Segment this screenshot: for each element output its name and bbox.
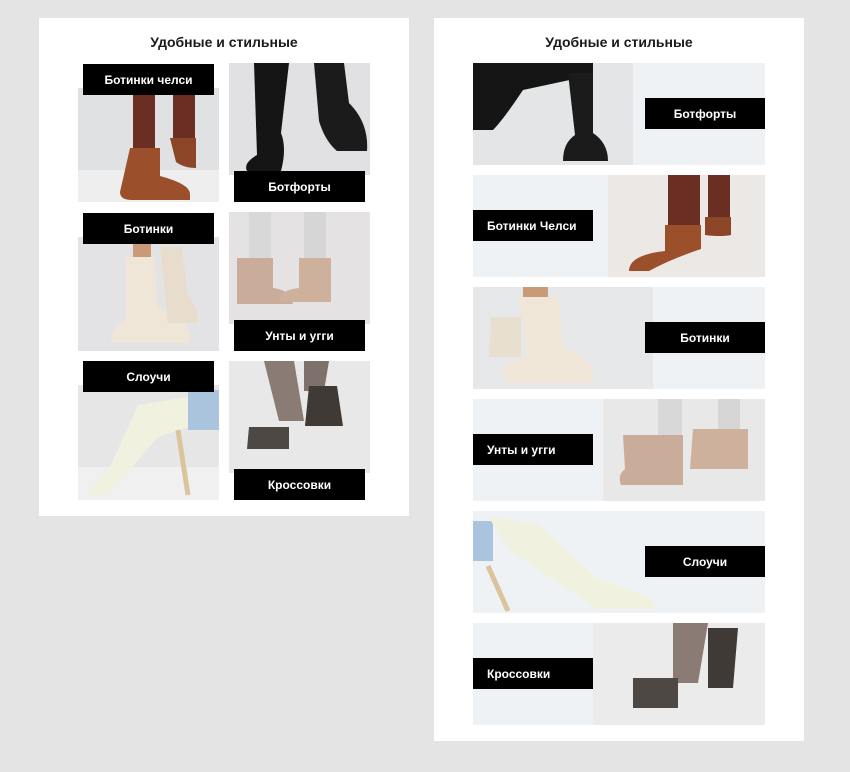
tile-label: Слоучи [83,361,214,392]
banner-ugg-boots[interactable]: Унты и угги [473,399,765,501]
banner-label: Ботинки Челси [473,210,593,241]
banner-chelsea-boots[interactable]: Ботинки Челси [473,175,765,277]
grid-card: Удобные и стильные Ботинки челси Ботфорт… [39,18,409,516]
tile-label: Унты и угги [234,320,365,351]
sneaker-photo [229,361,370,473]
tile-slouch-boots[interactable] [78,385,219,500]
banner-label: Ботфорты [645,98,765,129]
over-knee-boot-photo [229,63,370,175]
tile-label: Ботинки челси [83,64,214,95]
banner-label: Ботинки [645,322,765,353]
banner-label: Кроссовки [473,658,593,689]
tile-lace-up-boots[interactable] [78,237,219,351]
banner-label: Унты и угги [473,434,593,465]
tile-sneakers[interactable] [229,361,370,473]
tile-label: Ботинки [83,213,214,244]
lace-up-boot-photo [78,237,219,351]
ugg-boot-photo [229,212,370,324]
tile-over-knee-boots[interactable] [229,63,370,175]
list-card-title: Удобные и стильные [545,34,693,50]
tile-label: Ботфорты [234,171,365,202]
banner-sneakers[interactable]: Кроссовки [473,623,765,725]
banner-over-knee-boots[interactable]: Ботфорты [473,63,765,165]
slouch-boot-photo [78,385,219,500]
list-card: Удобные и стильные Ботфорты Ботинки Челс… [434,18,804,741]
grid-card-title: Удобные и стильные [150,34,298,50]
banner-label: Слоучи [645,546,765,577]
tile-chelsea-boots[interactable] [78,88,219,202]
tile-ugg-boots[interactable] [229,212,370,324]
banner-lace-up-boots[interactable]: Ботинки [473,287,765,389]
chelsea-boot-photo [78,88,219,202]
tile-label: Кроссовки [234,469,365,500]
banner-slouch-boots[interactable]: Слоучи [473,511,765,613]
